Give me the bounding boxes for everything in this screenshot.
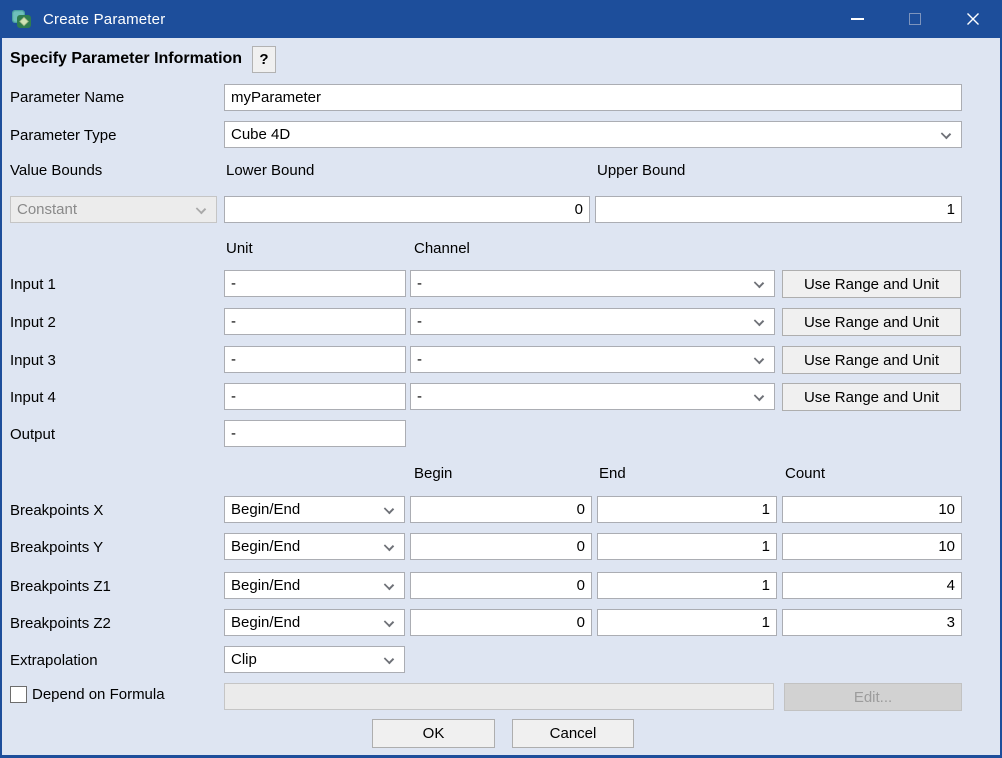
unit-header: Unit [226, 240, 253, 257]
input2-channel-value: - [417, 313, 422, 330]
window-controls [828, 0, 1002, 38]
chevron-down-icon [754, 354, 764, 364]
parameter-type-label: Parameter Type [10, 127, 116, 144]
minimize-button[interactable] [828, 0, 886, 38]
output-label: Output [10, 426, 55, 443]
input2-label: Input 2 [10, 314, 56, 331]
input3-use-range-button[interactable]: Use Range and Unit [782, 346, 961, 374]
breakpoints-y-begin-input[interactable] [410, 533, 592, 560]
input1-channel-select[interactable]: - [410, 270, 775, 297]
maximize-icon [909, 13, 921, 25]
chevron-down-icon [384, 504, 394, 514]
input1-use-range-button[interactable]: Use Range and Unit [782, 270, 961, 298]
input2-unit-input[interactable] [224, 308, 406, 335]
breakpoints-z2-mode-value: Begin/End [231, 614, 300, 631]
chevron-down-icon [754, 316, 764, 326]
parameter-name-input[interactable] [224, 84, 962, 111]
breakpoints-y-mode-value: Begin/End [231, 538, 300, 555]
value-bounds-label: Value Bounds [10, 162, 102, 179]
maximize-button [886, 0, 944, 38]
breakpoints-x-mode-select[interactable]: Begin/End [224, 496, 405, 523]
depend-on-formula-label: Depend on Formula [32, 686, 165, 703]
edit-formula-button: Edit... [784, 683, 962, 711]
input4-channel-value: - [417, 388, 422, 405]
breakpoints-z2-end-input[interactable] [597, 609, 777, 636]
end-header: End [599, 465, 626, 482]
begin-header: Begin [414, 465, 452, 482]
breakpoints-z1-count-input[interactable] [782, 572, 962, 599]
channel-header: Channel [414, 240, 470, 257]
breakpoints-z1-mode-value: Begin/End [231, 577, 300, 594]
input3-channel-value: - [417, 351, 422, 368]
create-parameter-dialog: Create Parameter Specify Parameter Infor… [0, 0, 1002, 758]
app-icon [11, 8, 33, 30]
parameter-name-label: Parameter Name [10, 89, 124, 106]
input2-channel-select[interactable]: - [410, 308, 775, 335]
breakpoints-z1-mode-select[interactable]: Begin/End [224, 572, 405, 599]
breakpoints-y-count-input[interactable] [782, 533, 962, 560]
breakpoints-x-begin-input[interactable] [410, 496, 592, 523]
chevron-down-icon [754, 278, 764, 288]
input1-label: Input 1 [10, 276, 56, 293]
breakpoints-x-count-input[interactable] [782, 496, 962, 523]
extrapolation-select[interactable]: Clip [224, 646, 405, 673]
breakpoints-y-end-input[interactable] [597, 533, 777, 560]
breakpoints-z1-end-input[interactable] [597, 572, 777, 599]
help-button[interactable]: ? [252, 46, 276, 73]
input1-unit-input[interactable] [224, 270, 406, 297]
chevron-down-icon [384, 580, 394, 590]
breakpoints-x-end-input[interactable] [597, 496, 777, 523]
extrapolation-label: Extrapolation [10, 652, 98, 669]
breakpoints-z2-begin-input[interactable] [410, 609, 592, 636]
cancel-button[interactable]: Cancel [512, 719, 634, 748]
input2-use-range-button[interactable]: Use Range and Unit [782, 308, 961, 336]
formula-input [224, 683, 774, 710]
breakpoints-z1-label: Breakpoints Z1 [10, 578, 111, 595]
breakpoints-z2-mode-select[interactable]: Begin/End [224, 609, 405, 636]
input3-unit-input[interactable] [224, 346, 406, 373]
chevron-down-icon [384, 617, 394, 627]
chevron-down-icon [941, 129, 951, 139]
count-header: Count [785, 465, 825, 482]
value-bounds-mode-value: Constant [17, 201, 77, 218]
ok-button[interactable]: OK [372, 719, 495, 748]
depend-on-formula-checkbox[interactable]: Depend on Formula [10, 686, 165, 703]
parameter-type-select[interactable]: Cube 4D [224, 121, 962, 148]
output-unit-input[interactable] [224, 420, 406, 447]
chevron-down-icon [196, 204, 206, 214]
titlebar: Create Parameter [0, 0, 1002, 38]
input3-channel-select[interactable]: - [410, 346, 775, 373]
lower-bound-input[interactable] [224, 196, 590, 223]
breakpoints-y-mode-select[interactable]: Begin/End [224, 533, 405, 560]
dialog-body: Specify Parameter Information ? Paramete… [2, 38, 1000, 755]
minimize-icon [851, 18, 864, 20]
breakpoints-x-mode-value: Begin/End [231, 501, 300, 518]
upper-bound-input[interactable] [595, 196, 962, 223]
input4-unit-input[interactable] [224, 383, 406, 410]
chevron-down-icon [384, 541, 394, 551]
checkbox-box[interactable] [10, 686, 27, 703]
input1-channel-value: - [417, 275, 422, 292]
page-title: Specify Parameter Information [10, 50, 242, 68]
input3-label: Input 3 [10, 352, 56, 369]
parameter-type-value: Cube 4D [231, 126, 290, 143]
breakpoints-x-label: Breakpoints X [10, 502, 103, 519]
input4-channel-select[interactable]: - [410, 383, 775, 410]
extrapolation-value: Clip [231, 651, 257, 668]
breakpoints-y-label: Breakpoints Y [10, 539, 103, 556]
window-title: Create Parameter [43, 11, 165, 28]
value-bounds-mode-select: Constant [10, 196, 217, 223]
chevron-down-icon [384, 654, 394, 664]
close-button[interactable] [944, 0, 1002, 38]
breakpoints-z1-begin-input[interactable] [410, 572, 592, 599]
chevron-down-icon [754, 391, 764, 401]
close-icon [966, 12, 980, 26]
input4-use-range-button[interactable]: Use Range and Unit [782, 383, 961, 411]
breakpoints-z2-label: Breakpoints Z2 [10, 615, 111, 632]
upper-bound-header: Upper Bound [597, 162, 685, 179]
lower-bound-header: Lower Bound [226, 162, 314, 179]
input4-label: Input 4 [10, 389, 56, 406]
breakpoints-z2-count-input[interactable] [782, 609, 962, 636]
